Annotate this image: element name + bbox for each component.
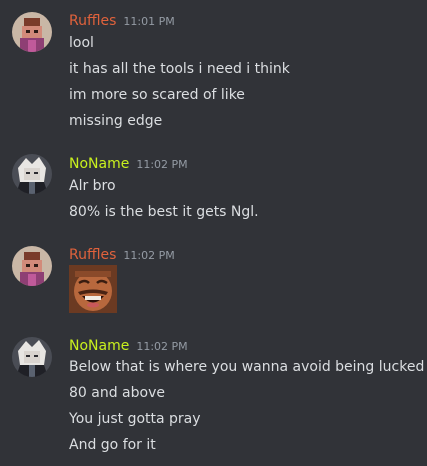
- avatar[interactable]: [12, 12, 52, 52]
- message-text: 80 and above: [69, 385, 165, 401]
- message-text: 80% is the best it gets Ngl.: [69, 204, 259, 220]
- message-group: Ruffles 11:02 PM: [0, 244, 427, 316]
- message-group: NoName 11:02 PM Alr bro 80% is the best …: [0, 153, 427, 225]
- message-text: it has all the tools i need i think: [69, 61, 290, 77]
- message-timestamp[interactable]: 11:02 PM: [123, 245, 174, 267]
- avatar[interactable]: [12, 337, 52, 377]
- message-text: lool: [69, 35, 94, 51]
- anime-character-avatar-icon: [12, 337, 52, 377]
- author-name[interactable]: Ruffles: [69, 10, 116, 32]
- message-timestamp[interactable]: 11:02 PM: [136, 154, 187, 176]
- message-header: Ruffles 11:01 PM: [69, 10, 175, 32]
- message-text: You just gotta pray: [69, 411, 201, 427]
- avatar[interactable]: [12, 154, 52, 194]
- message-header: NoName 11:02 PM: [69, 153, 188, 175]
- chat-message-list: Ruffles 11:01 PM lool it has all the too…: [0, 0, 427, 466]
- pixel-character-avatar-icon: [12, 246, 52, 286]
- message-group: NoName 11:02 PM Below that is where you …: [0, 335, 427, 460]
- pixel-character-avatar-icon: [12, 12, 52, 52]
- author-name[interactable]: Ruffles: [69, 244, 116, 266]
- laughing-man-emoji-icon[interactable]: [69, 265, 117, 313]
- message-timestamp[interactable]: 11:01 PM: [123, 11, 174, 33]
- author-name[interactable]: NoName: [69, 335, 129, 357]
- message-text: Below that is where you wanna avoid bein…: [69, 359, 425, 375]
- message-text: Alr bro: [69, 178, 116, 194]
- message-header: Ruffles 11:02 PM: [69, 244, 175, 266]
- author-name[interactable]: NoName: [69, 153, 129, 175]
- message-header: NoName 11:02 PM: [69, 335, 188, 357]
- message-text: im more so scared of like: [69, 87, 245, 103]
- anime-character-avatar-icon: [12, 154, 52, 194]
- message-timestamp[interactable]: 11:02 PM: [136, 336, 187, 358]
- message-group: Ruffles 11:01 PM lool it has all the too…: [0, 10, 427, 135]
- message-text: And go for it: [69, 437, 156, 453]
- avatar[interactable]: [12, 246, 52, 286]
- message-text: missing edge: [69, 113, 163, 129]
